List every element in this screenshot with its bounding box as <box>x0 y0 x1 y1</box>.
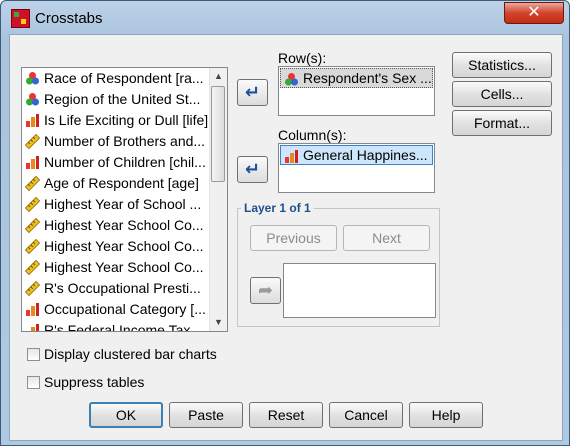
help-button[interactable]: Help <box>409 402 483 428</box>
clustered-bar-charts-checkbox[interactable] <box>27 348 40 361</box>
columns-box[interactable]: General Happines... <box>278 143 435 193</box>
title-bar[interactable]: Crosstabs ✕ <box>1 1 569 33</box>
previous-button[interactable]: Previous <box>250 225 337 251</box>
scale-variable-icon <box>24 196 41 213</box>
variable-list-item[interactable]: Highest Year School Co... <box>22 215 227 236</box>
variable-list-item[interactable]: Occupational Category [... <box>22 299 227 320</box>
variable-list-item[interactable]: Is Life Exciting or Dull [life] <box>22 110 227 131</box>
nominal-variable-icon <box>25 71 40 86</box>
scale-variable-icon <box>24 238 41 255</box>
suppress-tables-checkbox[interactable] <box>27 376 40 389</box>
columns-variable[interactable]: General Happines... <box>280 145 433 165</box>
ordinal-variable-icon <box>25 302 40 317</box>
variable-label: Number of Children [chil... <box>44 154 206 170</box>
variable-label: R's Federal Income Tax... <box>44 322 203 332</box>
variable-list-item[interactable]: Race of Respondent [ra... <box>22 68 227 89</box>
format-button[interactable]: Format... <box>452 110 552 136</box>
variable-list-item[interactable]: Age of Respondent [age] <box>22 173 227 194</box>
columns-variable-label: General Happines... <box>303 147 428 163</box>
scale-variable-icon <box>24 217 41 234</box>
variable-list-item[interactable]: Highest Year School Co... <box>22 257 227 278</box>
variable-list-item[interactable]: R's Occupational Presti... <box>22 278 227 299</box>
variable-label: Region of the United St... <box>44 91 201 107</box>
move-to-rows-button[interactable]: ↵ <box>237 79 268 106</box>
ok-button[interactable]: OK <box>89 402 163 428</box>
scroll-up-arrow-icon[interactable]: ▲ <box>210 68 227 85</box>
close-button[interactable]: ✕ <box>504 2 564 24</box>
layer-box[interactable] <box>283 263 436 318</box>
columns-label: Column(s): <box>278 127 347 143</box>
rows-variable-label: Respondent's Sex ... <box>303 70 432 86</box>
reset-button[interactable]: Reset <box>249 402 323 428</box>
variable-list-scrollbar[interactable]: ▲ ▼ <box>209 68 227 331</box>
move-to-columns-button[interactable]: ↵ <box>237 156 268 183</box>
variable-label: R's Occupational Presti... <box>44 280 201 296</box>
scale-variable-icon <box>24 133 41 150</box>
variable-label: Occupational Category [... <box>44 301 206 317</box>
clustered-bar-charts-label: Display clustered bar charts <box>44 346 217 362</box>
scroll-down-arrow-icon[interactable]: ▼ <box>210 314 227 331</box>
statistics-button[interactable]: Statistics... <box>452 52 552 78</box>
nominal-variable-icon <box>284 72 299 87</box>
suppress-tables-label: Suppress tables <box>44 374 145 390</box>
ordinal-variable-icon <box>25 155 40 170</box>
variable-list[interactable]: Race of Respondent [ra... Region of the U… <box>21 67 228 332</box>
scale-variable-icon <box>24 280 41 297</box>
variable-label: Race of Respondent [ra... <box>44 70 204 86</box>
variable-items: Race of Respondent [ra... Region of the U… <box>22 68 227 332</box>
variable-list-item[interactable]: Highest Year School Co... <box>22 236 227 257</box>
variable-label: Highest Year of School ... <box>44 196 202 212</box>
variable-list-item[interactable]: Highest Year of School ... <box>22 194 227 215</box>
variable-list-item[interactable]: Number of Children [chil... <box>22 152 227 173</box>
variable-list-item[interactable]: Number of Brothers and... <box>22 131 227 152</box>
variable-label: Highest Year School Co... <box>44 259 204 275</box>
ordinal-variable-icon <box>25 113 40 128</box>
ordinal-variable-icon <box>25 323 40 331</box>
crosstabs-dialog: Crosstabs ✕ Race of Respondent [ra... Reg… <box>0 0 570 446</box>
variable-label: Highest Year School Co... <box>44 238 204 254</box>
variable-label: Age of Respondent [age] <box>44 175 199 191</box>
rows-label: Row(s): <box>278 50 327 66</box>
nominal-variable-icon <box>25 92 40 107</box>
scroll-thumb[interactable] <box>211 86 225 182</box>
variable-label: Number of Brothers and... <box>44 133 206 149</box>
rows-box[interactable]: Respondent's Sex ... <box>278 66 435 116</box>
scale-variable-icon <box>24 259 41 276</box>
spss-app-icon <box>11 9 30 28</box>
rows-variable[interactable]: Respondent's Sex ... <box>280 68 433 88</box>
move-to-layer-button[interactable]: ➦ <box>250 277 281 304</box>
window-title: Crosstabs <box>35 10 103 27</box>
variable-list-item[interactable]: R's Federal Income Tax... <box>22 320 227 332</box>
layer-title: Layer 1 of 1 <box>241 201 314 215</box>
variable-label: Highest Year School Co... <box>44 217 204 233</box>
ordinal-variable-icon <box>284 149 299 164</box>
paste-button[interactable]: Paste <box>169 402 243 428</box>
next-button[interactable]: Next <box>343 225 430 251</box>
variable-list-item[interactable]: Region of the United St... <box>22 89 227 110</box>
scale-variable-icon <box>24 175 41 192</box>
dialog-client-area: Race of Respondent [ra... Region of the U… <box>9 34 563 441</box>
cells-button[interactable]: Cells... <box>452 81 552 107</box>
cancel-button[interactable]: Cancel <box>329 402 403 428</box>
variable-label: Is Life Exciting or Dull [life] <box>44 112 209 128</box>
